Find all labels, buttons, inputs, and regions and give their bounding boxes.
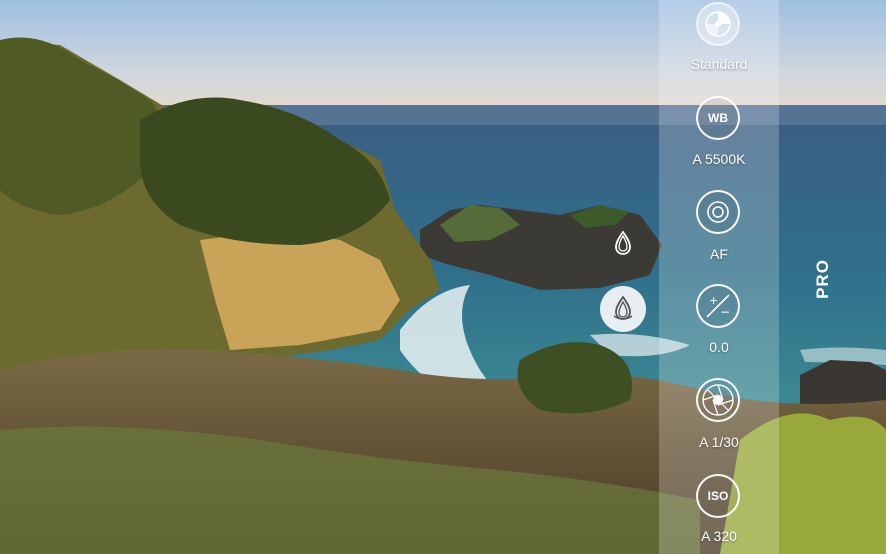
shutter-value: A 1/30 bbox=[699, 434, 739, 450]
droplet-focus-icon[interactable] bbox=[606, 227, 640, 261]
svg-text:−: − bbox=[720, 305, 730, 319]
focus-value: AF bbox=[710, 246, 728, 262]
exposure-plus-minus-icon: + − bbox=[696, 284, 740, 328]
color-profile-label: Standard bbox=[690, 56, 748, 72]
iso-icon: ISO bbox=[696, 474, 740, 518]
exposure-value: 0.0 bbox=[709, 339, 729, 355]
svg-text:+: + bbox=[709, 294, 718, 307]
focus-target-icon bbox=[696, 190, 740, 234]
color-profile-control[interactable]: Standard bbox=[659, 0, 779, 80]
shutter-control[interactable]: A 1/30 bbox=[659, 370, 779, 450]
white-balance-icon: WB bbox=[696, 96, 740, 140]
droplet-exposure-icon[interactable] bbox=[600, 286, 646, 332]
exposure-control[interactable]: + − 0.0 bbox=[659, 276, 779, 356]
pro-controls-panel: Standard WB A 5500K AF + − 0.0 A 1/30 IS… bbox=[659, 0, 779, 554]
iso-control[interactable]: ISO A 320 bbox=[659, 464, 779, 554]
white-balance-control[interactable]: WB A 5500K bbox=[659, 90, 779, 170]
color-tone-icon bbox=[696, 2, 740, 46]
shutter-aperture-icon bbox=[696, 378, 740, 422]
white-balance-value: A 5500K bbox=[692, 151, 746, 167]
focus-control[interactable]: AF bbox=[659, 182, 779, 262]
pro-mode-label[interactable]: PRO bbox=[806, 259, 840, 299]
iso-value: A 320 bbox=[701, 528, 737, 544]
